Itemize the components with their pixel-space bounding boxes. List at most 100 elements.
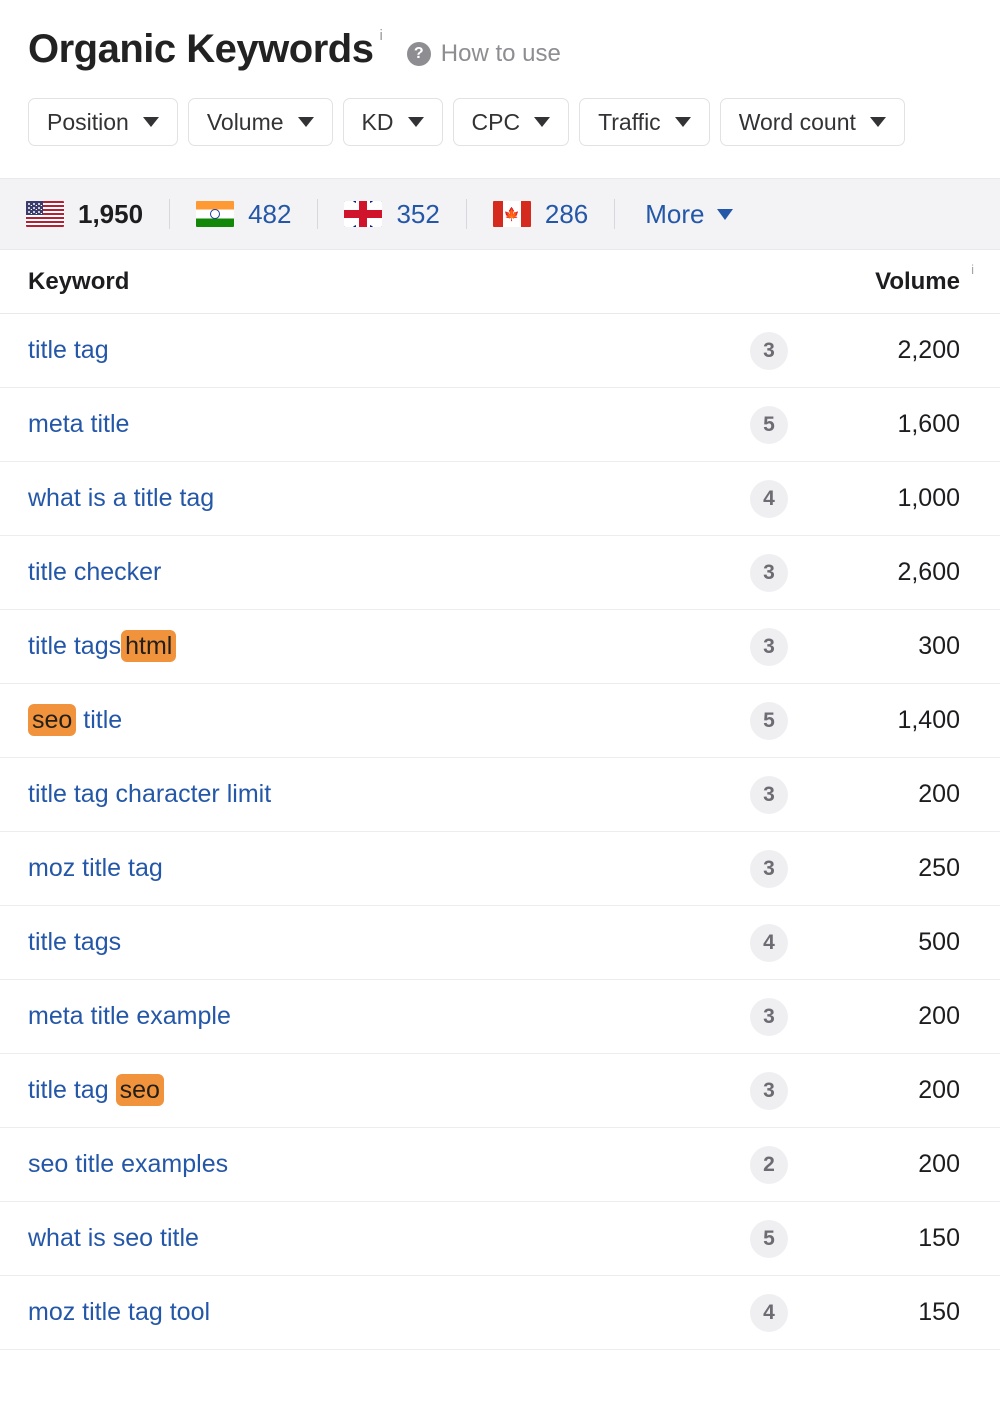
- position-badge: 4: [750, 479, 788, 518]
- question-mark-circle-icon: ?: [406, 42, 431, 66]
- volume-info-icon[interactable]: i: [971, 262, 974, 277]
- keyword-link[interactable]: seo title: [28, 704, 734, 736]
- volume-value: 200: [918, 1150, 960, 1178]
- keyword-text: seo title examples: [28, 1150, 229, 1178]
- column-header-keyword[interactable]: Keyword: [28, 268, 734, 296]
- chevron-down-icon: [674, 117, 691, 127]
- chevron-down-icon: [142, 117, 159, 127]
- position-badge: 3: [750, 775, 788, 814]
- keyword-link[interactable]: title checker: [28, 558, 734, 587]
- position-badge: 5: [750, 701, 788, 740]
- volume-value: 2,600: [897, 558, 960, 586]
- table-row: seo title examples 2 200: [0, 1128, 1000, 1202]
- position-cell: 5: [734, 1219, 804, 1258]
- divider: [465, 199, 467, 229]
- volume-value: 1,400: [897, 706, 960, 734]
- column-header-volume-label: Volume: [875, 267, 960, 295]
- volume-value: 200: [918, 1076, 960, 1104]
- position-cell: 3: [734, 553, 804, 592]
- table-row: meta title example 3 200: [0, 980, 1000, 1054]
- how-to-use-link[interactable]: ? How to use: [406, 40, 561, 68]
- position-cell: 4: [734, 923, 804, 962]
- keyword-link[interactable]: meta title: [28, 410, 734, 439]
- filter-kd-label: KD: [361, 108, 394, 135]
- filter-kd-button[interactable]: KD: [342, 98, 443, 146]
- filter-cpc-label: CPC: [471, 108, 521, 135]
- keyword-text: meta title example: [28, 1002, 231, 1030]
- keyword-text: moz title tag tool: [28, 1298, 211, 1326]
- volume-value: 1,000: [897, 484, 960, 512]
- keyword-text: title: [76, 706, 123, 734]
- filter-position-button[interactable]: Position: [28, 98, 178, 146]
- filter-cpc-button[interactable]: CPC: [452, 98, 570, 146]
- volume-value: 200: [918, 1002, 960, 1030]
- volume-value: 500: [918, 928, 960, 956]
- table-row: what is seo title 5 150: [0, 1202, 1000, 1276]
- keyword-link[interactable]: title tags: [28, 928, 734, 957]
- country-item-ca[interactable]: 286: [492, 198, 589, 230]
- country-item-gb[interactable]: 352: [344, 199, 440, 230]
- position-badge: 5: [750, 405, 788, 444]
- country-item-in[interactable]: 482: [196, 199, 291, 230]
- title-info-icon[interactable]: i: [379, 27, 382, 44]
- keyword-link[interactable]: what is a title tag: [28, 484, 734, 513]
- table-row: title tags html 3 300: [0, 610, 1000, 684]
- position-badge: 4: [750, 923, 788, 962]
- keyword-text: title tag: [28, 336, 109, 364]
- divider: [169, 199, 171, 229]
- country-filter-bar: 1,950 482 352 286 More: [0, 178, 1000, 250]
- position-badge: 3: [750, 553, 788, 592]
- volume-value: 200: [918, 780, 960, 808]
- keyword-link[interactable]: seo title examples: [28, 1150, 734, 1179]
- volume-value: 250: [918, 854, 960, 882]
- filter-bar: Position Volume KD CPC Traffic Word coun…: [0, 94, 1000, 150]
- volume-value: 1,600: [897, 410, 960, 438]
- position-cell: 4: [734, 1293, 804, 1332]
- position-badge: 3: [750, 1071, 788, 1110]
- keyword-highlight: seo: [115, 1074, 164, 1106]
- keyword-link[interactable]: title tag: [28, 336, 734, 365]
- table-row: what is a title tag 4 1,000: [0, 462, 1000, 536]
- position-cell: 4: [734, 479, 804, 518]
- table-body: title tag 3 2,200 meta title 5 1,600 what is a…: [0, 314, 1000, 1350]
- more-countries-button[interactable]: More: [645, 199, 733, 230]
- position-cell: 5: [734, 405, 804, 444]
- table-row: title tag 3 2,200: [0, 314, 1000, 388]
- keyword-text: title tag: [28, 1076, 116, 1104]
- chevron-down-icon: [534, 117, 551, 127]
- divider: [317, 199, 319, 229]
- keyword-link[interactable]: moz title tag: [28, 854, 734, 883]
- chevron-down-icon: [407, 117, 424, 127]
- keyword-link[interactable]: meta title example: [28, 1002, 734, 1031]
- keyword-link[interactable]: title tags html: [28, 630, 734, 662]
- filter-traffic-button[interactable]: Traffic: [579, 98, 710, 146]
- position-badge: 5: [750, 1219, 788, 1258]
- keyword-link[interactable]: title tag seo: [28, 1074, 734, 1106]
- table-row: moz title tag 3 250: [0, 832, 1000, 906]
- position-cell: 3: [734, 1071, 804, 1110]
- country-item-us[interactable]: 1,950: [26, 199, 143, 230]
- position-badge: 3: [750, 849, 788, 888]
- position-cell: 3: [734, 849, 804, 888]
- position-badge: 2: [750, 1145, 788, 1184]
- organic-keywords-page: Organic Keywords i ? How to use Position…: [0, 0, 1000, 1412]
- chevron-down-icon: [716, 208, 733, 220]
- keyword-link[interactable]: what is seo title: [28, 1224, 734, 1253]
- filter-volume-button[interactable]: Volume: [187, 98, 333, 146]
- chevron-down-icon: [869, 117, 886, 127]
- table-row: title tag character limit 3 200: [0, 758, 1000, 832]
- keyword-link[interactable]: title tag character limit: [28, 780, 734, 809]
- keyword-link[interactable]: moz title tag tool: [28, 1298, 734, 1327]
- position-cell: 3: [734, 997, 804, 1036]
- column-header-volume[interactable]: Volume i: [804, 262, 974, 296]
- table-header-row: Keyword Volume i: [0, 250, 1000, 314]
- filter-word-count-button[interactable]: Word count: [719, 98, 905, 146]
- volume-value: 2,200: [897, 336, 960, 364]
- volume-value: 150: [918, 1298, 960, 1326]
- keyword-highlight: seo: [28, 704, 77, 736]
- position-cell: 3: [734, 331, 804, 370]
- country-count-us: 1,950: [78, 198, 144, 229]
- country-count-ca: 286: [544, 198, 589, 229]
- table-row: seo title 5 1,400: [0, 684, 1000, 758]
- position-badge: 3: [750, 627, 788, 666]
